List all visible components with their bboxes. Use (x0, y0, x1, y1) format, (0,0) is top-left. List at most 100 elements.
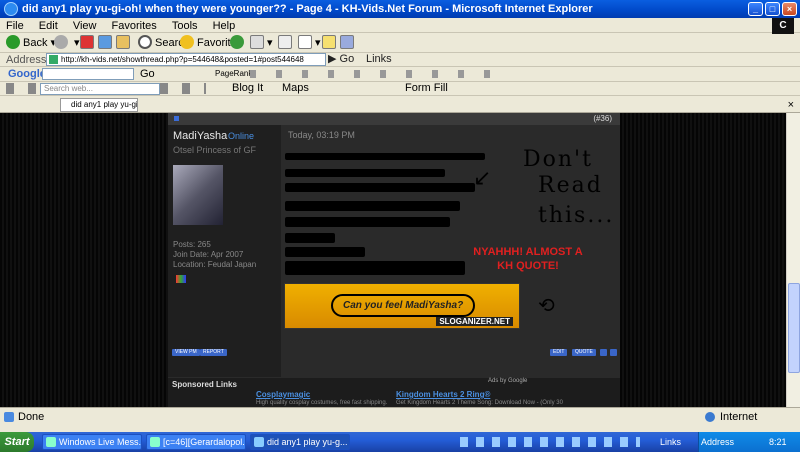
home-button[interactable] (116, 35, 130, 51)
sponsored-links: Sponsored Links Cosplaymagic High qualit… (168, 378, 620, 407)
quickreply-icon[interactable] (610, 349, 617, 356)
menu-file[interactable]: File (0, 18, 30, 33)
pagerank-indicator: PageRank (215, 69, 253, 78)
page-favicon-icon (49, 55, 58, 64)
history-button[interactable] (230, 35, 247, 51)
avatar (173, 165, 223, 225)
task-windows-live[interactable]: Windows Live Mess... (42, 434, 142, 450)
system-tray: Address 8:21 AM (698, 432, 800, 452)
sponsored-heading: Sponsored Links (172, 380, 237, 389)
edit-button[interactable]: EDIT (550, 349, 568, 356)
maximize-button[interactable]: □ (765, 2, 780, 16)
maps-button[interactable]: Maps (282, 82, 309, 95)
handwriting-dont: Don't (523, 147, 593, 172)
ad-1[interactable]: Cosplaymagic High quality cosplay costum… (256, 390, 396, 407)
back-button[interactable]: Back ▾ (6, 35, 56, 51)
sloganizer-logo: SLOGANIZER.NET (436, 317, 513, 326)
forward-arrow-icon (54, 35, 68, 49)
google-toolbar: Google Go PageRank (0, 67, 800, 82)
search-icon (138, 35, 152, 49)
mail-button[interactable]: ▾ (250, 35, 273, 51)
ie-icon (4, 2, 18, 16)
start-button[interactable]: Start (0, 432, 34, 452)
ad-2[interactable]: Kingdom Hearts 2 Ring® Get Kingdom Heart… (396, 390, 566, 407)
multiquote-icon[interactable] (600, 349, 607, 356)
blog-it-button[interactable]: Blog It (232, 82, 263, 95)
forward-button[interactable]: ▾ (54, 35, 80, 51)
quote-button[interactable]: QUOTE (572, 349, 596, 356)
messenger-icon[interactable] (176, 275, 186, 283)
vertical-scrollbar[interactable] (786, 113, 800, 407)
internet-zone-icon (705, 412, 715, 422)
scribble-line (285, 183, 475, 192)
post-number[interactable]: (#36) (593, 113, 612, 125)
handwriting-squiggle: ⟲ (538, 295, 555, 317)
forum-post: (#36) MadiYasha Online Otsel Princess of… (168, 113, 620, 407)
page-done-icon (4, 412, 14, 422)
title-bar: did any1 play yu-gi-oh! when they were y… (0, 0, 800, 18)
messenger-icon (340, 35, 354, 49)
handwriting-this: this... (538, 203, 615, 228)
status-text: Done (18, 411, 45, 423)
user-title: Otsel Princess of GF (173, 145, 257, 155)
scribble-line (285, 261, 465, 275)
scroll-thumb[interactable] (788, 283, 800, 373)
edit-button[interactable]: ▾ (298, 35, 321, 51)
search-web-input[interactable]: Search web... (40, 83, 160, 95)
home-icon (116, 35, 130, 49)
google-search-input[interactable] (42, 68, 134, 80)
task-ie[interactable]: did any1 play yu-g... (250, 434, 350, 450)
go-button[interactable]: ▶ Go (328, 53, 354, 66)
tab-close-icon[interactable]: × (788, 98, 794, 112)
ad-2-title[interactable]: Kingdom Hearts 2 Ring® (396, 390, 566, 399)
taskbar-links[interactable]: Links (660, 432, 681, 452)
form-fill-button[interactable]: Form Fill (405, 82, 448, 95)
close-button[interactable]: × (782, 2, 797, 16)
menu-tools[interactable]: Tools (166, 18, 204, 33)
word-icon (298, 35, 312, 49)
ads-by-google[interactable]: Ads by Google (488, 378, 527, 384)
menu-help[interactable]: Help (207, 18, 242, 33)
menu-favorites[interactable]: Favorites (106, 18, 163, 33)
print-button[interactable] (278, 35, 292, 51)
address-url: http://kh-vids.net/showthread.php?p=5446… (61, 55, 304, 64)
scribble-line (285, 153, 485, 160)
username[interactable]: MadiYasha (173, 130, 227, 142)
signature-banner: Can you feel MadiYasha? SLOGANIZER.NET (284, 283, 520, 329)
google-toolbar-icons[interactable] (250, 70, 490, 78)
quicklaunch-icons[interactable] (460, 437, 640, 447)
ad-1-title[interactable]: Cosplaymagic (256, 390, 396, 399)
scribble-line (285, 247, 365, 257)
user-location: Location: Feudal Japan (173, 260, 257, 269)
menu-edit[interactable]: Edit (33, 18, 64, 33)
refresh-button[interactable] (98, 35, 112, 51)
favorites-star-icon (180, 35, 194, 49)
scribble-line (285, 233, 335, 243)
google-go-button[interactable]: Go (140, 67, 155, 81)
ad-1-text: High quality cosplay costumes, free fast… (256, 400, 388, 406)
status-bar: Done Internet (0, 407, 800, 427)
clock: 8:21 AM (769, 437, 787, 447)
address-bar: Address http://kh-vids.net/showthread.ph… (0, 53, 800, 67)
view-pm-button[interactable]: VIEW PM (172, 349, 200, 356)
discuss-icon (322, 35, 336, 49)
refresh-icon (98, 35, 112, 49)
window-title: did any1 play yu-gi-oh! when they were y… (22, 3, 593, 15)
stop-button[interactable] (80, 35, 94, 51)
handwriting-read: Read (538, 173, 603, 198)
standard-toolbar: Back ▾ ▾ Search Favorites ▾ ▾ (0, 33, 800, 53)
ad-2-text: Get Kingdom Hearts 2 Theme Song: Downloa… (396, 400, 563, 406)
address-input[interactable]: http://kh-vids.net/showthread.php?p=5446… (46, 53, 326, 66)
discuss-button[interactable] (322, 35, 336, 51)
menu-view[interactable]: View (67, 18, 103, 33)
links-label[interactable]: Links (366, 53, 392, 66)
messenger-button[interactable] (340, 35, 354, 51)
tab-current[interactable]: did any1 play yu-gi-... (60, 98, 138, 112)
minimize-button[interactable]: _ (748, 2, 763, 16)
mail-icon (250, 35, 264, 49)
taskbar-address[interactable]: Address (699, 437, 734, 447)
task-chat[interactable]: [c=46][Gerardalopol... (146, 434, 246, 450)
print-icon (278, 35, 292, 49)
report-button[interactable]: REPORT (200, 349, 227, 356)
history-icon (230, 35, 244, 49)
